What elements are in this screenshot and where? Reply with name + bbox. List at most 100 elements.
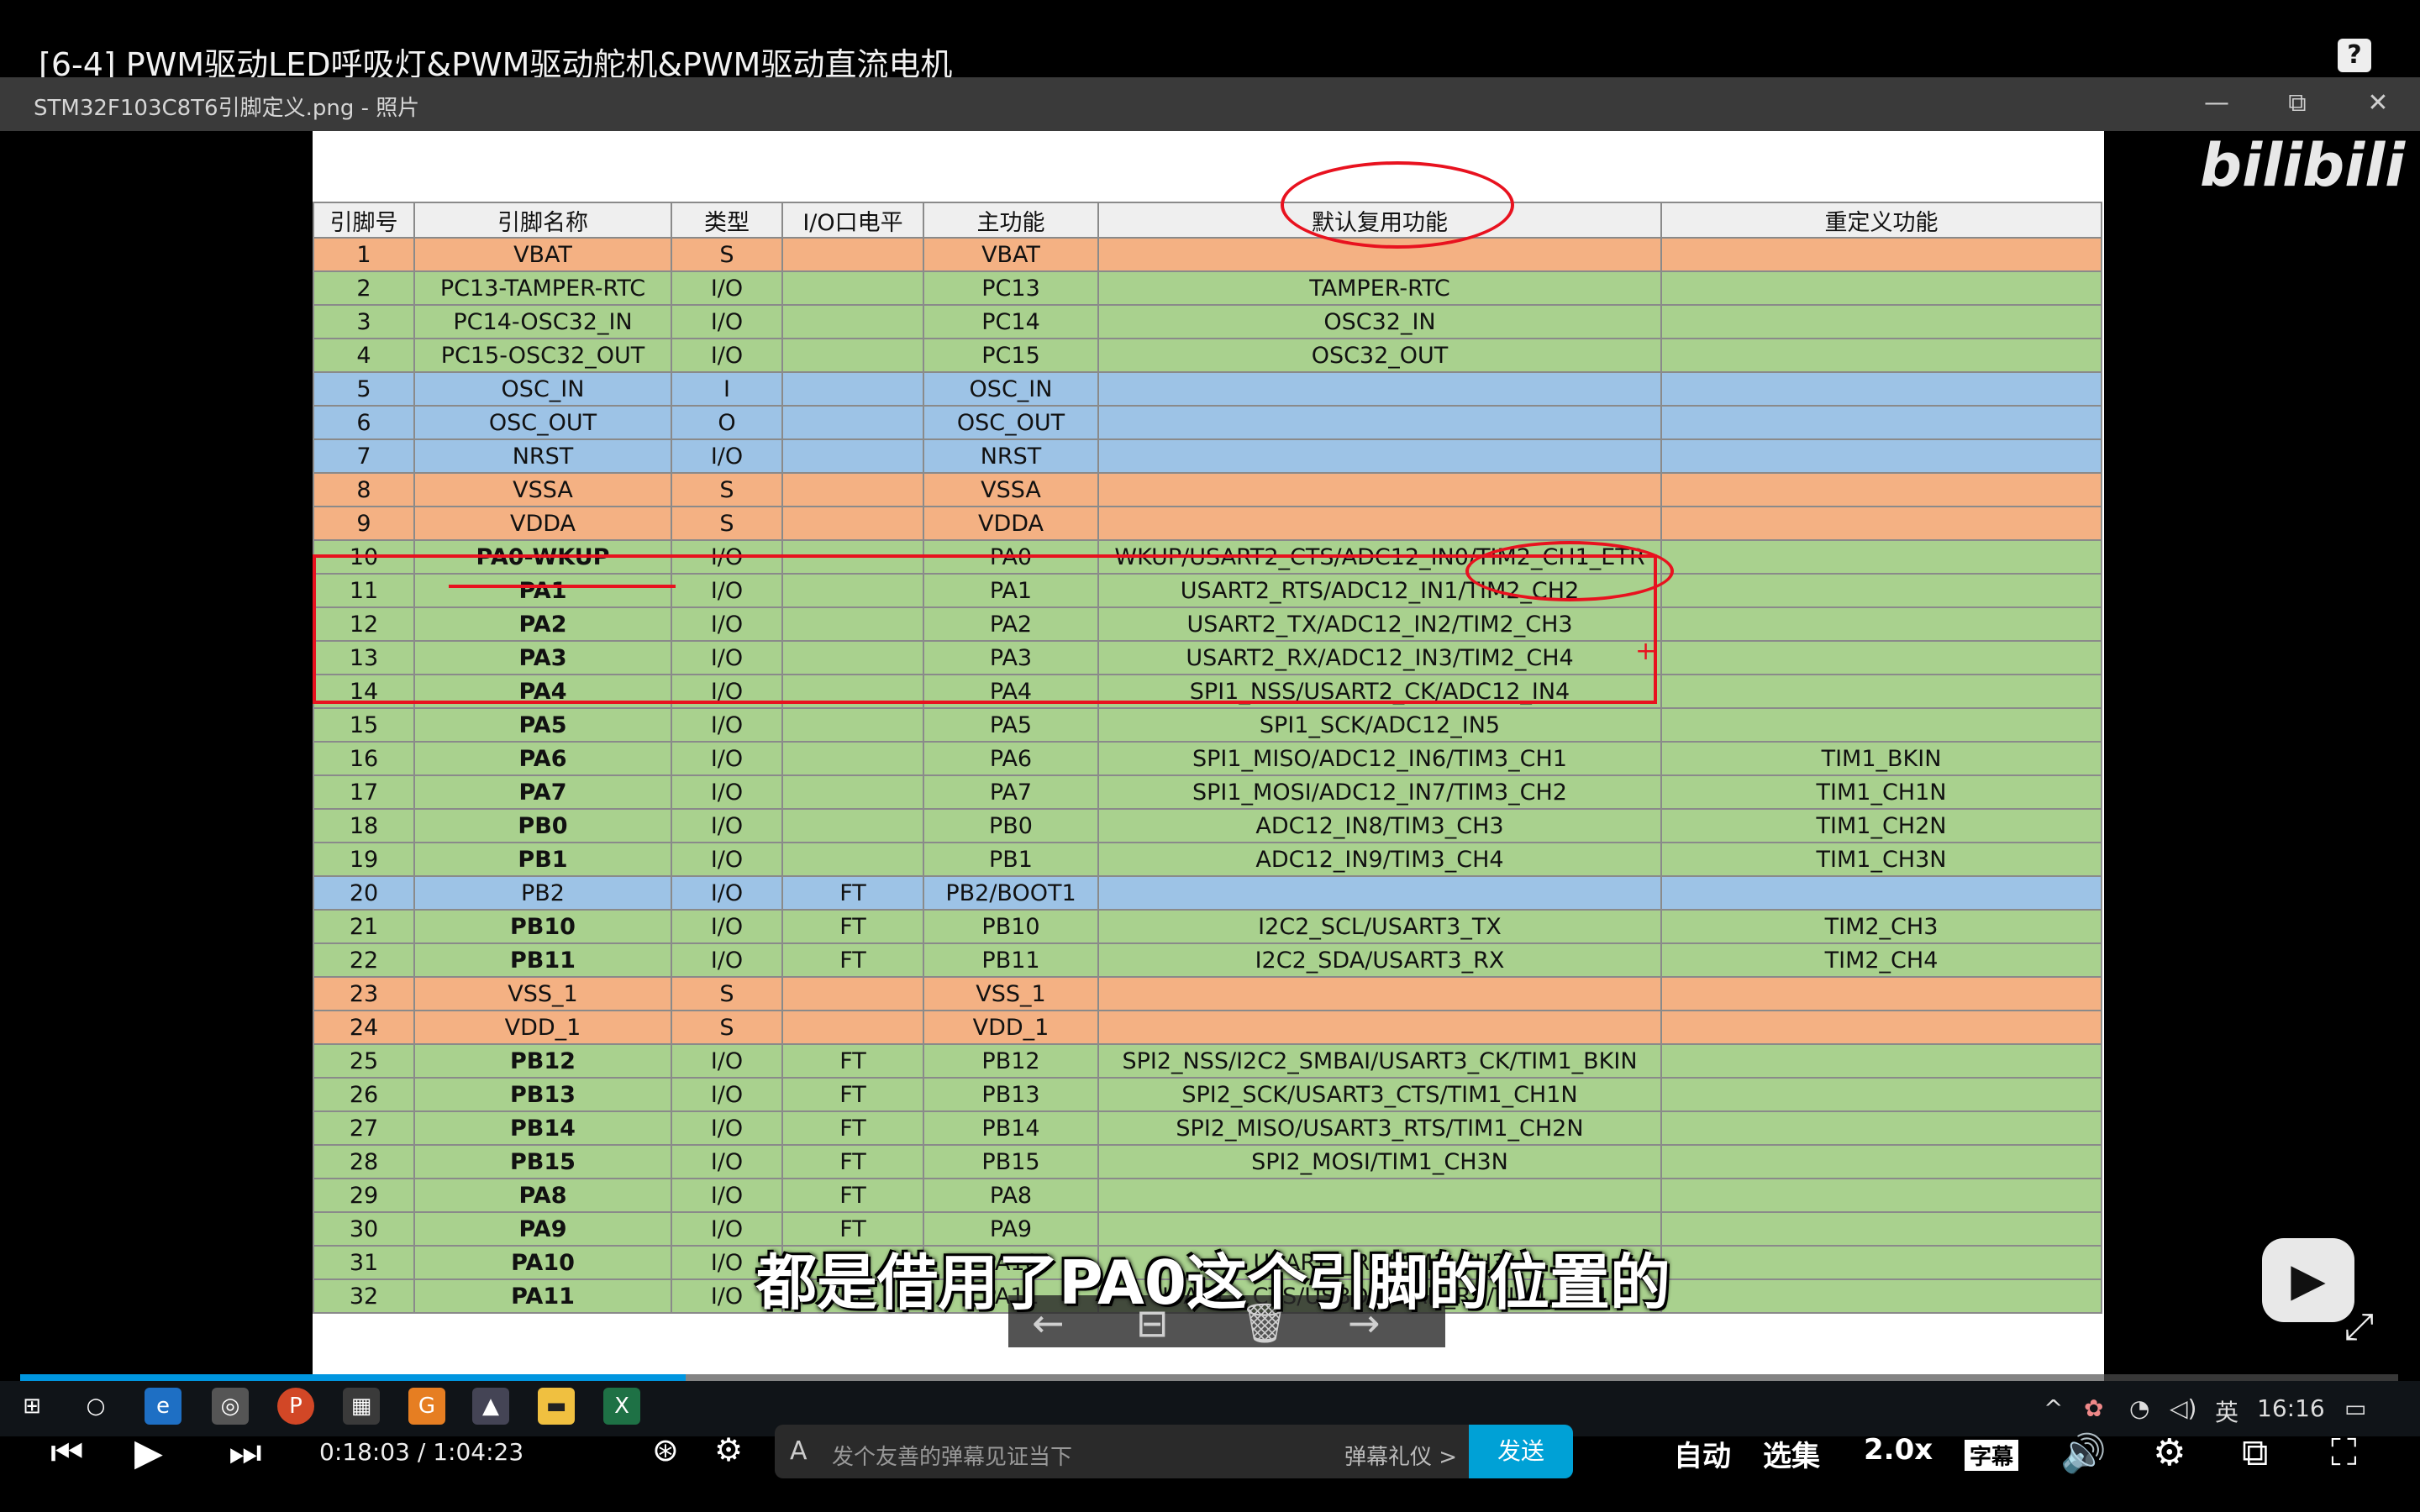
ime-indicator[interactable]: 英 — [2215, 1394, 2238, 1428]
io-level-cell: FT — [781, 1110, 924, 1146]
type-cell: S — [671, 1010, 783, 1045]
remap-function-cell — [1660, 674, 2102, 709]
remap-function-cell — [1660, 1110, 2102, 1146]
notification-icon[interactable]: ▭ — [2344, 1394, 2366, 1422]
clock[interactable]: 16:16 — [2257, 1394, 2325, 1422]
app-icon[interactable]: ▦ — [343, 1388, 380, 1425]
danmaku-input[interactable]: 发个友善的弹幕见证当下 — [832, 1440, 1072, 1471]
remap-function-cell — [1660, 606, 2102, 642]
settings-app-icon[interactable]: ◎ — [212, 1388, 249, 1425]
main-function-cell: PB13 — [923, 1077, 1099, 1112]
episodes-button[interactable]: 选集 — [1763, 1433, 1820, 1474]
type-cell: I/O — [671, 1043, 783, 1079]
current-time: 0:18:03 — [319, 1438, 410, 1466]
search-circle-icon[interactable]: ○ — [77, 1388, 114, 1425]
type-cell: I/O — [671, 842, 783, 877]
main-function-cell: PB2/BOOT1 — [923, 875, 1099, 911]
powerpoint-icon[interactable]: P — [277, 1388, 314, 1425]
time-separator: / — [417, 1438, 426, 1466]
table-row: 23 VSS_1 S VSS_1 — [313, 976, 2102, 1011]
table-row: 6 OSC_OUT O OSC_OUT — [313, 405, 2102, 440]
windows-start-icon[interactable]: ⊞ — [13, 1388, 50, 1425]
play-button[interactable]: ▶ — [134, 1431, 163, 1474]
next-button[interactable]: ⏭ — [229, 1431, 262, 1474]
type-cell: I/O — [671, 304, 783, 339]
wifi-icon[interactable]: ◔ — [2129, 1394, 2149, 1422]
io-level-cell — [781, 237, 924, 272]
remap-function-cell — [1660, 1278, 2102, 1314]
mini-player-tv-icon[interactable]: ▶ — [2262, 1238, 2354, 1322]
send-button[interactable]: 发送 — [1469, 1425, 1573, 1478]
volume-tray-icon[interactable]: ◁) — [2170, 1394, 2196, 1422]
excel-icon[interactable]: X — [603, 1388, 640, 1425]
tray-flower-icon[interactable]: ✿ — [2084, 1394, 2103, 1422]
pin-name-cell: PB12 — [413, 1043, 672, 1079]
pin-name-cell: VSSA — [413, 472, 672, 507]
header-io-level: I/O口电平 — [781, 202, 924, 239]
pin-number-cell: 22 — [313, 942, 415, 978]
remap-function-cell: TIM2_CH4 — [1660, 942, 2102, 978]
red-circle-header — [1281, 161, 1514, 249]
table-row: 29 PA8 I/O FT PA8 — [313, 1178, 2102, 1213]
main-function-cell: PB1 — [923, 842, 1099, 877]
auto-quality-button[interactable]: 自动 — [1674, 1433, 1731, 1474]
alt-function-cell — [1097, 1010, 1662, 1045]
main-function-cell: PC13 — [923, 270, 1099, 306]
pin-number-cell: 18 — [313, 808, 415, 843]
previous-button[interactable]: ⏮ — [50, 1431, 84, 1474]
edge-icon[interactable]: e — [145, 1388, 182, 1425]
expand-icon[interactable]: ⤢ — [2344, 1305, 2374, 1348]
table-row: 24 VDD_1 S VDD_1 — [313, 1010, 2102, 1045]
help-icon[interactable]: ? — [2338, 39, 2371, 72]
pin-number-cell: 2 — [313, 270, 415, 306]
restore-button[interactable]: ⧉ — [2272, 84, 2323, 123]
pin-number-cell: 23 — [313, 976, 415, 1011]
io-level-cell — [781, 842, 924, 877]
io-level-cell: FT — [781, 1077, 924, 1112]
tray-chevron-icon[interactable]: ^ — [2044, 1394, 2063, 1422]
subtitle-toggle-button[interactable]: 字幕 — [1965, 1440, 2019, 1471]
photos-icon[interactable]: ▲ — [472, 1388, 509, 1425]
volume-icon[interactable]: 🔊 — [2060, 1431, 2107, 1475]
remap-function-cell — [1660, 304, 2102, 339]
io-level-cell — [781, 338, 924, 373]
remap-function-cell — [1660, 506, 2102, 541]
alt-function-cell: SPI2_MOSI/TIM1_CH3N — [1097, 1144, 1662, 1179]
pin-name-cell: PA10 — [413, 1245, 672, 1280]
alt-function-cell: SPI2_SCK/USART3_CTS/TIM1_CH1N — [1097, 1077, 1662, 1112]
type-cell: I/O — [671, 338, 783, 373]
video-subtitle: 都是借用了PA0这个引脚的位置的 — [756, 1247, 1670, 1318]
main-function-cell: PB0 — [923, 808, 1099, 843]
io-level-cell — [781, 270, 924, 306]
remap-function-cell — [1660, 1043, 2102, 1079]
type-cell: I/O — [671, 438, 783, 474]
main-function-cell: PB12 — [923, 1043, 1099, 1079]
pin-number-cell: 32 — [313, 1278, 415, 1314]
main-function-cell: VDDA — [923, 506, 1099, 541]
pin-number-cell: 26 — [313, 1077, 415, 1112]
io-level-cell: FT — [781, 875, 924, 911]
main-function-cell: PA5 — [923, 707, 1099, 743]
io-level-cell — [781, 304, 924, 339]
type-cell: I/O — [671, 741, 783, 776]
speed-button[interactable]: 2.0x — [1864, 1433, 1933, 1467]
alt-function-cell — [1097, 438, 1662, 474]
header-pin-name: 引脚名称 — [413, 202, 672, 239]
table-row: 28 PB15 I/O FT PB15 SPI2_MOSI/TIM1_CH3N — [313, 1144, 2102, 1179]
fullscreen-icon[interactable]: ⛶ — [2331, 1431, 2357, 1474]
close-button[interactable]: ✕ — [2353, 84, 2403, 123]
io-level-cell — [781, 438, 924, 474]
danmaku-toggle-icon[interactable]: ⊛ — [652, 1431, 679, 1468]
remap-function-cell — [1660, 270, 2102, 306]
office-icon[interactable]: G — [408, 1388, 445, 1425]
main-function-cell: PB15 — [923, 1144, 1099, 1179]
danmaku-etiquette-link[interactable]: 弹幕礼仪 > — [1344, 1440, 1457, 1471]
minimize-button[interactable]: — — [2191, 84, 2242, 123]
explorer-icon[interactable]: ▬ — [538, 1388, 575, 1425]
danmaku-settings-icon[interactable]: ⚙ — [714, 1431, 743, 1468]
type-cell: O — [671, 405, 783, 440]
settings-gear-icon[interactable]: ⚙ — [2153, 1431, 2186, 1474]
pin-name-cell: PA7 — [413, 774, 672, 810]
danmaku-style-icon[interactable]: A — [790, 1436, 808, 1466]
picture-in-picture-icon[interactable]: ⧉ — [2242, 1431, 2268, 1474]
